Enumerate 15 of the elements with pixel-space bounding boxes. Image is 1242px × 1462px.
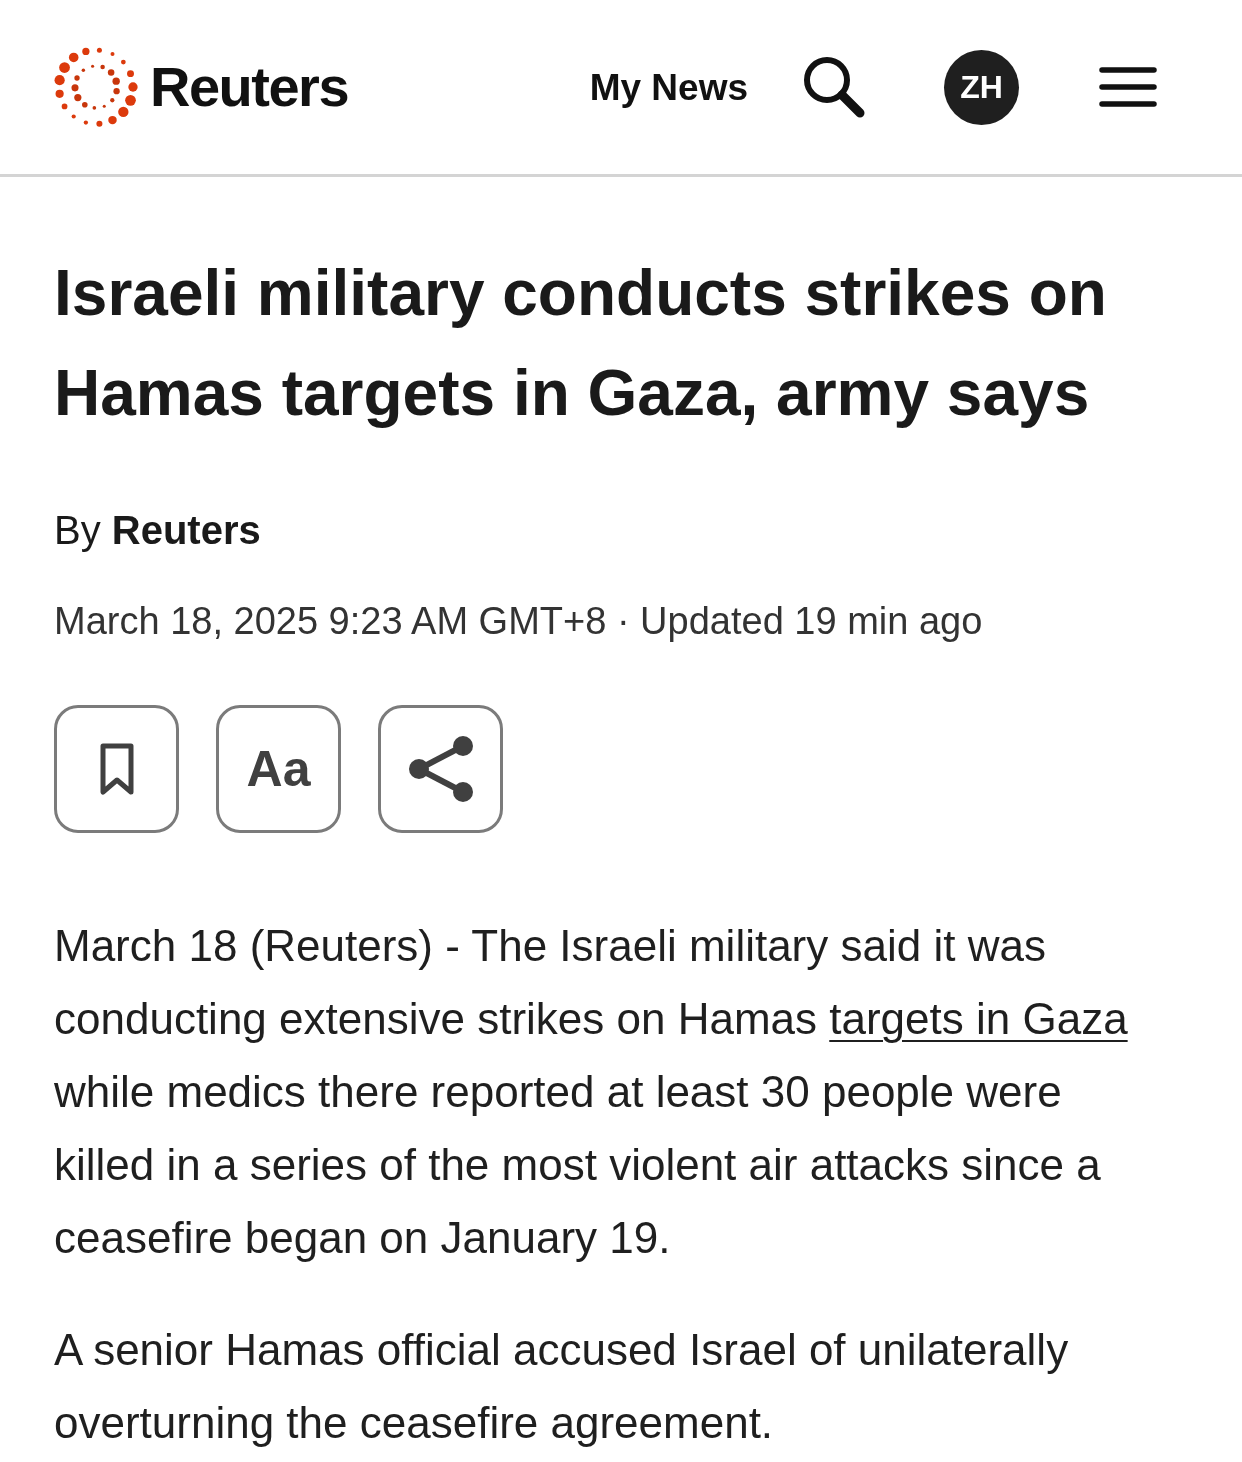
logo-wordmark[interactable]: Reuters (150, 59, 349, 115)
article-paragraph: A senior Hamas official accused Israel of unilaterally overturning the ceasefire agreement. (54, 1324, 1070, 1449)
search-icon[interactable] (802, 55, 866, 119)
article-headline: Israeli military conducts strikes on Hamas targets in Gaza, army says (54, 256, 1108, 431)
my-news-link[interactable]: My News (589, 68, 748, 106)
share-icon (407, 736, 474, 802)
article-dateline: March 18, 2025 9:23 AM GMT+8 · Updated 19 min ago (54, 599, 984, 644)
bookmark-button[interactable] (54, 705, 179, 833)
language-button[interactable]: ZH (944, 49, 1019, 125)
byline-text: By Reuters (54, 507, 262, 554)
menu-icon[interactable] (1099, 66, 1157, 108)
text-size-button[interactable]: Aa (216, 705, 341, 833)
article-paragraph: March 18 (Reuters) - The Israeli military said it was conducting extensive strikes on Hamas targets in Gaza while medics there reported at least 30 people were killed in a series of the most violent air attacks since a ceasefire began on January 19. (54, 920, 1129, 1264)
article-link[interactable]: targets in Gaza (829, 994, 1128, 1043)
share-button[interactable] (378, 705, 503, 833)
